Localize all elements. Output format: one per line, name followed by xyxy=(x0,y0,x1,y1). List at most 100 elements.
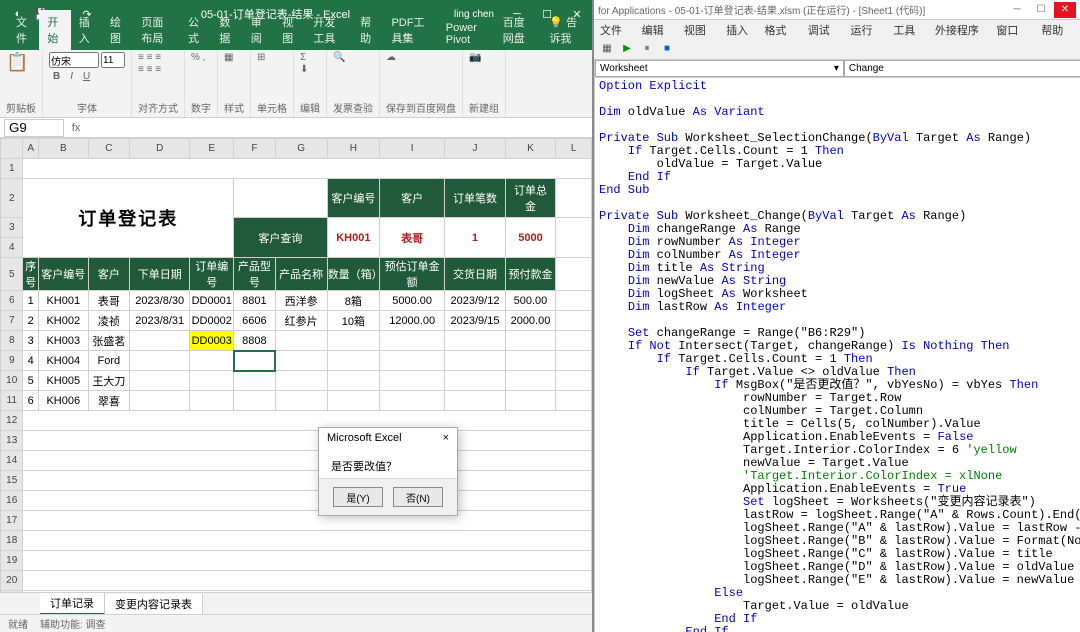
data-cell[interactable]: KH003 xyxy=(38,331,88,351)
data-cell[interactable]: 10箱 xyxy=(327,311,379,331)
data-cell[interactable]: 2023/9/15 xyxy=(445,311,505,331)
data-cell[interactable] xyxy=(130,391,190,411)
data-cell[interactable]: 红参片 xyxy=(275,311,327,331)
cloud-icon[interactable]: ☁ xyxy=(386,52,396,63)
data-cell[interactable]: 8箱 xyxy=(327,291,379,311)
vba-menu-item[interactable]: 视图(V) xyxy=(684,22,716,36)
col-header[interactable]: L xyxy=(556,139,592,159)
row-header[interactable]: 3 xyxy=(1,218,23,238)
data-cell[interactable]: DD0002 xyxy=(190,311,234,331)
vba-menu-item[interactable]: 帮助(H) xyxy=(1041,22,1074,36)
ribbon-tab[interactable]: 页面布局 xyxy=(133,10,180,50)
data-cell[interactable] xyxy=(190,391,234,411)
italic-icon[interactable]: I xyxy=(66,69,77,84)
camera-icon[interactable]: 📷 xyxy=(469,52,481,63)
empty-cell[interactable] xyxy=(23,571,592,591)
data-cell[interactable] xyxy=(445,391,505,411)
data-cell[interactable] xyxy=(327,371,379,391)
vba-menu-item[interactable]: 文件(F) xyxy=(600,22,632,36)
row-header[interactable]: 9 xyxy=(1,351,23,371)
vba-object-dropdown[interactable]: Worksheet▾ xyxy=(595,60,844,77)
data-cell[interactable] xyxy=(445,351,505,371)
data-cell[interactable] xyxy=(130,371,190,391)
tell-me[interactable]: 💡 告诉我 xyxy=(541,10,592,50)
ribbon-tab[interactable]: 帮助 xyxy=(352,10,383,50)
vba-close-button[interactable]: ✕ xyxy=(1054,2,1076,18)
spreadsheet-grid[interactable]: ABCDEFGHIJKL12订单登记表客户编号客户订单笔数订单总金3客户查询KH… xyxy=(0,138,592,592)
data-cell[interactable] xyxy=(327,331,379,351)
vba-code-editor[interactable]: Option Explicit Dim oldValue As Variant … xyxy=(595,78,1080,632)
row-header[interactable]: 13 xyxy=(1,431,23,451)
vba-stop-icon[interactable]: ■ xyxy=(658,40,676,58)
ribbon-tab[interactable]: 文件 xyxy=(8,10,39,50)
ribbon-tab[interactable]: 开始 xyxy=(39,10,70,50)
vba-run-icon[interactable]: ▶ xyxy=(618,40,636,58)
data-cell[interactable]: KH001 xyxy=(38,291,88,311)
data-cell[interactable] xyxy=(234,391,276,411)
vba-menu-item[interactable]: 调试(D) xyxy=(808,22,841,36)
data-cell[interactable]: 2 xyxy=(23,311,38,331)
data-cell[interactable]: 表哥 xyxy=(88,291,129,311)
data-cell[interactable]: 8801 xyxy=(234,291,276,311)
vba-excel-icon[interactable]: ▦ xyxy=(598,40,616,58)
data-cell[interactable]: 2023/9/12 xyxy=(445,291,505,311)
empty-cell[interactable] xyxy=(23,411,592,431)
data-cell[interactable] xyxy=(380,371,445,391)
row-header[interactable]: 19 xyxy=(1,551,23,571)
col-header[interactable]: F xyxy=(234,139,276,159)
ribbon-tab[interactable]: 插入 xyxy=(71,10,102,50)
row-header[interactable]: 7 xyxy=(1,311,23,331)
data-cell[interactable]: 翠喜 xyxy=(88,391,129,411)
vba-minimize-button[interactable]: ─ xyxy=(1006,2,1028,18)
font-select[interactable] xyxy=(49,52,99,68)
vba-menu-item[interactable]: 插入(I) xyxy=(726,22,754,36)
data-cell[interactable]: KH006 xyxy=(38,391,88,411)
underline-icon[interactable]: U xyxy=(79,69,94,84)
row-header[interactable]: 11 xyxy=(1,391,23,411)
data-cell[interactable] xyxy=(505,371,556,391)
data-cell[interactable] xyxy=(380,331,445,351)
data-cell[interactable]: 5000.00 xyxy=(380,291,445,311)
col-header[interactable]: D xyxy=(130,139,190,159)
col-header[interactable]: J xyxy=(445,139,505,159)
row-header[interactable]: 17 xyxy=(1,511,23,531)
col-header[interactable]: E xyxy=(190,139,234,159)
grid-area[interactable]: ABCDEFGHIJKL12订单登记表客户编号客户订单笔数订单总金3客户查询KH… xyxy=(0,138,592,592)
data-cell[interactable]: 张盛茗 xyxy=(88,331,129,351)
styles-icon[interactable]: ▦ xyxy=(224,52,233,63)
data-cell[interactable] xyxy=(190,371,234,391)
data-cell[interactable]: 王大刀 xyxy=(88,371,129,391)
data-cell[interactable]: 2023/8/30 xyxy=(130,291,190,311)
vba-menu-item[interactable]: 运行(R) xyxy=(851,22,884,36)
row-header[interactable]: 12 xyxy=(1,411,23,431)
data-cell[interactable]: 3 xyxy=(23,331,38,351)
ribbon-tab[interactable]: 审阅 xyxy=(243,10,274,50)
data-cell[interactable]: 6606 xyxy=(234,311,276,331)
msgbox-yes-button[interactable]: 是(Y) xyxy=(333,487,383,507)
data-cell[interactable]: Ford xyxy=(88,351,129,371)
data-cell[interactable]: 凌祯 xyxy=(88,311,129,331)
invoice-icon[interactable]: 🔍 xyxy=(333,52,345,63)
row-header[interactable]: 8 xyxy=(1,331,23,351)
col-header[interactable]: B xyxy=(38,139,88,159)
data-cell[interactable]: DD0001 xyxy=(190,291,234,311)
data-cell[interactable] xyxy=(130,351,190,371)
data-cell[interactable] xyxy=(234,351,276,371)
data-cell[interactable] xyxy=(190,351,234,371)
data-cell[interactable]: 8808 xyxy=(234,331,276,351)
data-cell[interactable] xyxy=(275,331,327,351)
data-cell[interactable] xyxy=(380,391,445,411)
data-cell[interactable]: KH004 xyxy=(38,351,88,371)
vba-maximize-button[interactable]: ☐ xyxy=(1030,2,1052,18)
sheet-tab[interactable]: 变更内容记录表 xyxy=(105,594,203,614)
row-header[interactable]: 18 xyxy=(1,531,23,551)
row-header[interactable]: 5 xyxy=(1,258,23,291)
fontsize-select[interactable] xyxy=(101,52,125,68)
data-cell[interactable]: KH002 xyxy=(38,311,88,331)
data-cell[interactable]: 12000.00 xyxy=(380,311,445,331)
row-header[interactable]: 16 xyxy=(1,491,23,511)
data-cell[interactable] xyxy=(445,371,505,391)
ribbon-tab[interactable]: 开发工具 xyxy=(305,10,352,50)
empty-cell[interactable] xyxy=(23,551,592,571)
empty-cell[interactable] xyxy=(23,531,592,551)
